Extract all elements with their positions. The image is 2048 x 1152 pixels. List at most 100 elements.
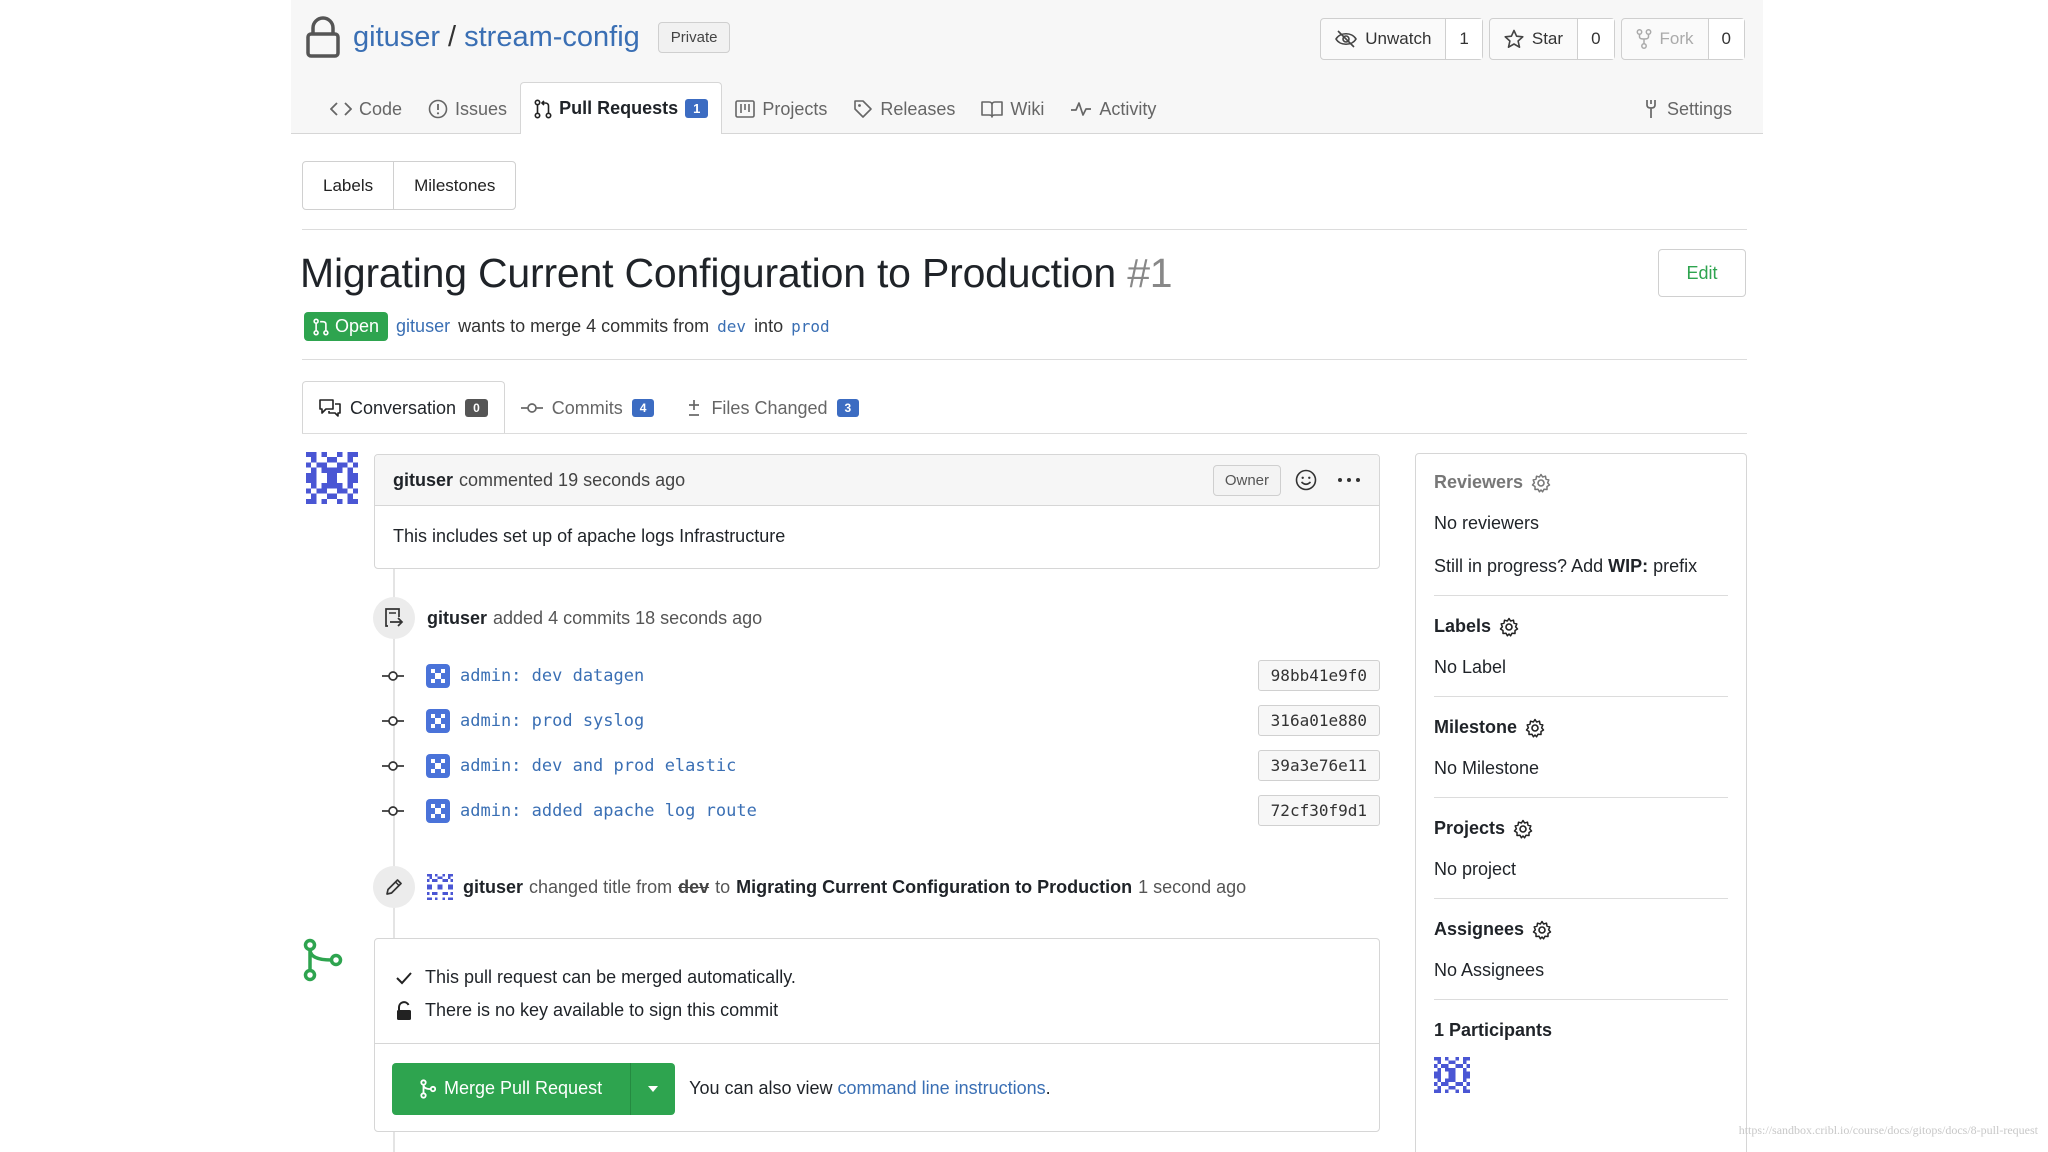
tab-commits[interactable]: Commits 4 bbox=[505, 382, 671, 434]
commit-row: admin: dev datagen 98bb41e9f0 bbox=[380, 660, 1380, 691]
wip-bold: WIP: bbox=[1608, 556, 1649, 576]
repo-name-link[interactable]: stream-config bbox=[464, 21, 640, 54]
commit-node bbox=[380, 714, 406, 728]
caret-down-icon bbox=[648, 1085, 659, 1092]
commit-message-link[interactable]: admin: prod syslog bbox=[460, 711, 644, 731]
nav-wiki[interactable]: Wiki bbox=[968, 84, 1057, 134]
lock-icon bbox=[306, 16, 340, 58]
assignees-heading[interactable]: Assignees bbox=[1434, 919, 1728, 940]
title-event-new-title: Migrating Current Configuration to Produ… bbox=[736, 876, 1133, 897]
kebab-horizontal-icon bbox=[1338, 478, 1360, 482]
fork-button[interactable]: Fork bbox=[1622, 19, 1709, 59]
nav-issues-label: Issues bbox=[455, 98, 508, 119]
more-options-button[interactable] bbox=[1337, 476, 1361, 484]
unwatch-button[interactable]: Unwatch bbox=[1321, 19, 1447, 59]
nav-projects-label: Projects bbox=[762, 98, 828, 119]
title-event-author[interactable]: gituser bbox=[463, 877, 523, 898]
sidebar-assignees: Assignees No Assignees bbox=[1434, 899, 1728, 1000]
edit-button[interactable]: Edit bbox=[1658, 249, 1746, 297]
nav-projects[interactable]: Projects bbox=[722, 84, 840, 134]
cli-instructions-link[interactable]: command line instructions bbox=[838, 1078, 1046, 1098]
commit-row: admin: prod syslog 316a01e880 bbox=[380, 705, 1380, 736]
commit-message-link[interactable]: admin: dev datagen bbox=[460, 666, 644, 686]
merge-dropdown-toggle[interactable] bbox=[631, 1063, 675, 1115]
repo-actions: Unwatch 1 Star 0 Fork 0 bbox=[1320, 18, 1745, 60]
tab-files-changed[interactable]: Files Changed 3 bbox=[670, 382, 875, 434]
unlock-icon bbox=[397, 1000, 411, 1020]
cli-instructions-text: You can also view command line instructi… bbox=[689, 1078, 1051, 1099]
base-branch-link[interactable]: prod bbox=[791, 317, 830, 336]
star-icon bbox=[1504, 29, 1524, 49]
nav-activity[interactable]: Activity bbox=[1057, 84, 1169, 134]
tab-conversation[interactable]: Conversation 0 bbox=[302, 381, 505, 434]
event-badge bbox=[373, 866, 415, 908]
identicon-icon bbox=[431, 759, 445, 773]
commit-avatar bbox=[426, 754, 450, 778]
commit-message-link[interactable]: admin: dev and prod elastic bbox=[460, 756, 736, 776]
eye-slash-icon bbox=[1335, 30, 1358, 48]
repo-owner-link[interactable]: gituser bbox=[353, 21, 440, 54]
commits-count: 4 bbox=[631, 399, 655, 417]
pr-tabs: Conversation 0 Commits 4 Files Changed 3 bbox=[302, 381, 875, 434]
pr-meta-text: wants to merge 4 commits from bbox=[458, 316, 710, 336]
avatar[interactable] bbox=[427, 874, 453, 900]
fork-count[interactable]: 0 bbox=[1708, 19, 1744, 59]
comment-body: This includes set up of apache logs Infr… bbox=[393, 526, 786, 546]
nav-settings[interactable]: Settings bbox=[1629, 84, 1745, 134]
star-group: Star 0 bbox=[1488, 18, 1615, 60]
comments-icon bbox=[319, 399, 341, 417]
files-count: 3 bbox=[836, 399, 860, 417]
sidebar-projects: Projects No project bbox=[1434, 798, 1728, 899]
commits-event-author[interactable]: gituser bbox=[427, 608, 487, 629]
avatar[interactable] bbox=[306, 452, 358, 504]
event-badge bbox=[373, 597, 415, 639]
reviewers-heading-label: Reviewers bbox=[1434, 472, 1524, 492]
title-event-time: 1 second ago bbox=[1138, 876, 1247, 897]
participant-avatar[interactable] bbox=[1434, 1057, 1470, 1093]
commit-row: admin: added apache log route 72cf30f9d1 bbox=[380, 795, 1380, 826]
pull-requests-count-badge: 1 bbox=[685, 99, 709, 118]
commit-node bbox=[380, 804, 406, 818]
url-watermark: https://sandbox.cribl.io/course/docs/git… bbox=[1738, 1123, 2038, 1137]
milestones-button[interactable]: Milestones bbox=[393, 162, 515, 209]
milestone-heading[interactable]: Milestone bbox=[1434, 717, 1728, 738]
commit-sha[interactable]: 316a01e880 bbox=[1257, 705, 1380, 736]
reaction-button[interactable] bbox=[1295, 469, 1317, 491]
diff-icon bbox=[689, 400, 700, 416]
comment-header: gituser commented 19 seconds ago Owner bbox=[375, 455, 1379, 506]
nav-issues[interactable]: Issues bbox=[415, 84, 520, 134]
commit-sha[interactable]: 72cf30f9d1 bbox=[1257, 795, 1380, 826]
assignees-heading-label: Assignees bbox=[1434, 919, 1525, 939]
star-count[interactable]: 0 bbox=[1578, 19, 1614, 59]
commit-sha[interactable]: 39a3e76e11 bbox=[1257, 750, 1380, 781]
nav-activity-label: Activity bbox=[1099, 98, 1157, 119]
nav-code[interactable]: Code bbox=[317, 84, 415, 134]
star-label: Star bbox=[1531, 29, 1564, 48]
nav-pull-requests-label: Pull Requests bbox=[559, 98, 679, 118]
head-branch-link[interactable]: dev bbox=[717, 317, 746, 336]
commit-message-link[interactable]: admin: added apache log route bbox=[460, 801, 757, 821]
milestone-value: No Milestone bbox=[1434, 758, 1540, 778]
merge-pull-request-button[interactable]: Merge Pull Request bbox=[392, 1062, 632, 1115]
labels-heading[interactable]: Labels bbox=[1434, 616, 1728, 637]
assignees-value: No Assignees bbox=[1434, 960, 1545, 980]
commit-icon bbox=[382, 761, 404, 771]
tab-conversation-label: Conversation bbox=[350, 397, 457, 418]
labels-button[interactable]: Labels bbox=[303, 162, 393, 209]
milestone-heading-label: Milestone bbox=[1434, 717, 1518, 737]
merge-button-label: Merge Pull Request bbox=[444, 1078, 603, 1098]
participants-heading: 1 Participants bbox=[1434, 1020, 1553, 1040]
pr-author-link[interactable]: gituser bbox=[396, 316, 450, 337]
unwatch-count[interactable]: 1 bbox=[1446, 19, 1482, 59]
pencil-icon bbox=[386, 879, 402, 895]
divider bbox=[302, 359, 1747, 360]
commit-sha[interactable]: 98bb41e9f0 bbox=[1257, 660, 1380, 691]
sidebar-labels: Labels No Label bbox=[1434, 596, 1728, 697]
star-button[interactable]: Star bbox=[1490, 19, 1579, 59]
reviewers-heading[interactable]: Reviewers bbox=[1434, 472, 1728, 493]
projects-heading[interactable]: Projects bbox=[1434, 818, 1728, 839]
comment-author[interactable]: gituser bbox=[393, 470, 453, 491]
nav-pull-requests[interactable]: Pull Requests 1 bbox=[520, 82, 723, 134]
nav-releases[interactable]: Releases bbox=[840, 84, 968, 134]
private-badge: Private bbox=[657, 21, 731, 53]
